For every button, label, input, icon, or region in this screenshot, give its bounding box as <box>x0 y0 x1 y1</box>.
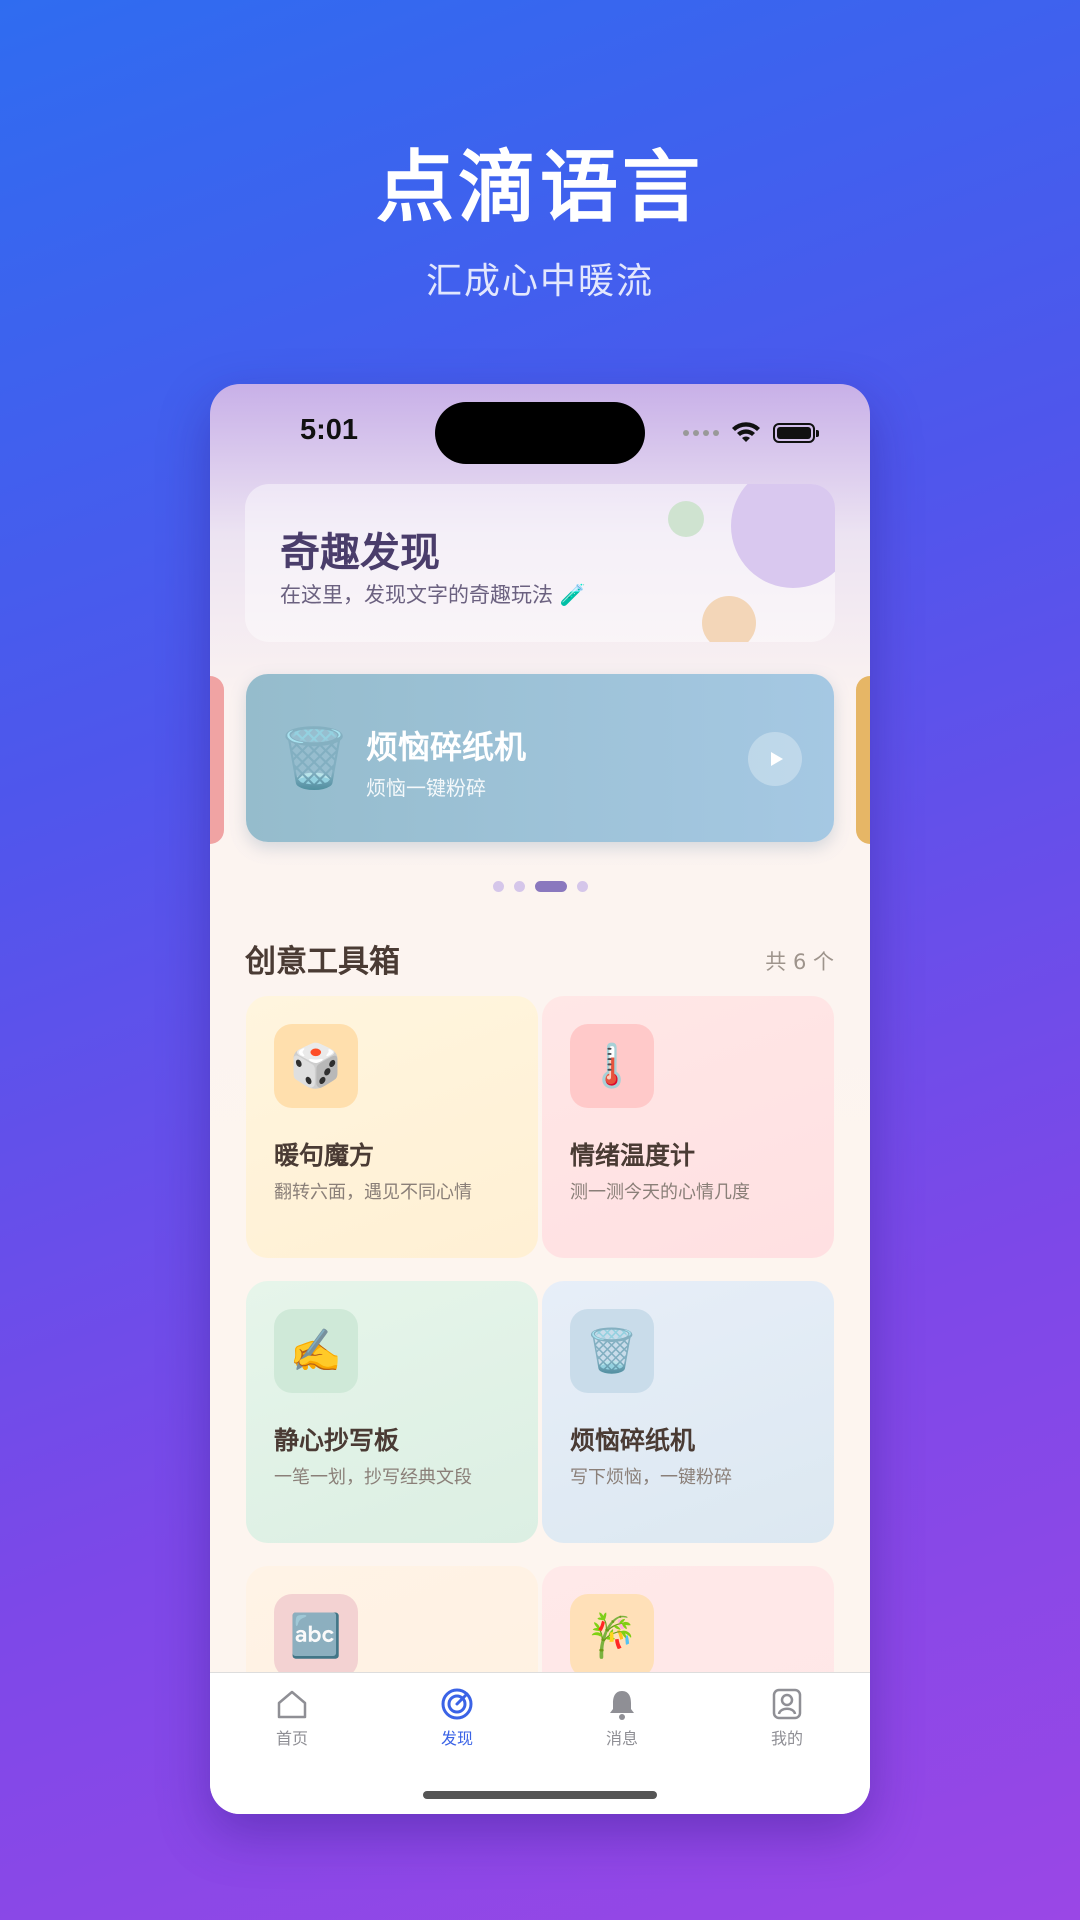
carousel-next-card[interactable] <box>856 676 870 844</box>
home-indicator[interactable] <box>423 1791 657 1799</box>
decor-circle <box>668 501 704 537</box>
pager-dot[interactable] <box>492 881 504 892</box>
pager-dot-active[interactable] <box>534 881 567 892</box>
tool-name: 烦恼碎纸机 <box>570 1426 696 1455</box>
tanabata-tree-icon: 🎋 <box>570 1594 654 1678</box>
tool-name: 情绪温度计 <box>570 1141 696 1170</box>
home-icon <box>277 1690 307 1719</box>
decor-circle <box>702 596 756 642</box>
dice-icon: 🎲 <box>274 1024 358 1108</box>
toolbox-count: 共 6 个 <box>765 950 834 974</box>
discover-icon <box>441 1688 473 1720</box>
tool-card-shredder[interactable]: 🗑️ 烦恼碎纸机 写下烦恼，一键粉碎 <box>542 1281 834 1543</box>
hero-title: 点滴语言 <box>375 143 704 233</box>
status-icons <box>683 422 819 444</box>
discover-title: 奇趣发现 <box>280 530 440 576</box>
carousel-pager <box>210 881 870 892</box>
profile-icon <box>772 1688 802 1720</box>
tool-name: 静心抄写板 <box>274 1426 400 1455</box>
hero-subtitle: 汇成心中暖流 <box>425 261 654 302</box>
pager-dot[interactable] <box>513 881 525 892</box>
tool-desc: 测一测今天的心情几度 <box>570 1182 750 1203</box>
writing-hand-icon: ✍️ <box>274 1309 358 1393</box>
tool-name: 暖句魔方 <box>274 1141 375 1170</box>
carousel-subtitle: 烦恼一键粉碎 <box>366 776 486 800</box>
tool-card-mood-thermometer[interactable]: 🌡️ 情绪温度计 测一测今天的心情几度 <box>542 996 834 1258</box>
play-button[interactable] <box>748 732 802 786</box>
tab-messages[interactable]: 消息 <box>582 1687 662 1749</box>
abc-icon: 🔤 <box>274 1594 358 1678</box>
tool-desc: 翻转六面，遇见不同心情 <box>274 1182 472 1203</box>
wastebasket-icon: 🗑️ <box>570 1309 654 1393</box>
tool-card-copy-board[interactable]: ✍️ 静心抄写板 一笔一划，抄写经典文段 <box>246 1281 538 1543</box>
carousel-prev-card[interactable] <box>210 676 224 844</box>
wifi-icon <box>732 422 760 442</box>
pager-dot[interactable] <box>576 881 588 892</box>
tab-label: 我的 <box>770 1729 803 1748</box>
discover-subtitle: 在这里，发现文字的奇趣玩法 🧪 <box>280 583 586 607</box>
phone-screen: 5:01 奇趣发现 在这里，发现文字的奇趣玩法 🧪 🗑️ 烦恼碎纸机 烦恼一键粉… <box>210 384 870 1814</box>
tool-desc: 写下烦恼，一键粉碎 <box>570 1467 732 1488</box>
dynamic-island <box>435 402 645 464</box>
tab-label: 首页 <box>275 1729 308 1748</box>
play-icon <box>770 752 783 766</box>
tab-profile[interactable]: 我的 <box>747 1687 827 1749</box>
tab-home[interactable]: 首页 <box>252 1687 332 1749</box>
signal-icon <box>683 430 719 436</box>
tab-label: 消息 <box>605 1729 638 1748</box>
bell-icon <box>610 1691 634 1720</box>
carousel-card-shredder[interactable]: 🗑️ 烦恼碎纸机 烦恼一键粉碎 <box>246 674 834 842</box>
tab-label: 发现 <box>440 1729 473 1748</box>
thermometer-icon: 🌡️ <box>570 1024 654 1108</box>
discover-header-card: 奇趣发现 在这里，发现文字的奇趣玩法 🧪 <box>245 484 835 642</box>
wastebasket-icon: 🗑️ <box>278 724 351 792</box>
status-time: 5:01 <box>300 414 359 446</box>
decor-circle <box>731 484 835 588</box>
toolbox-title: 创意工具箱 <box>245 944 400 980</box>
tab-discover[interactable]: 发现 <box>417 1687 497 1749</box>
battery-icon <box>773 423 819 443</box>
tool-card-warm-cube[interactable]: 🎲 暖句魔方 翻转六面，遇见不同心情 <box>246 996 538 1258</box>
carousel-title: 烦恼碎纸机 <box>366 728 527 766</box>
tool-desc: 一笔一划，抄写经典文段 <box>274 1467 472 1488</box>
